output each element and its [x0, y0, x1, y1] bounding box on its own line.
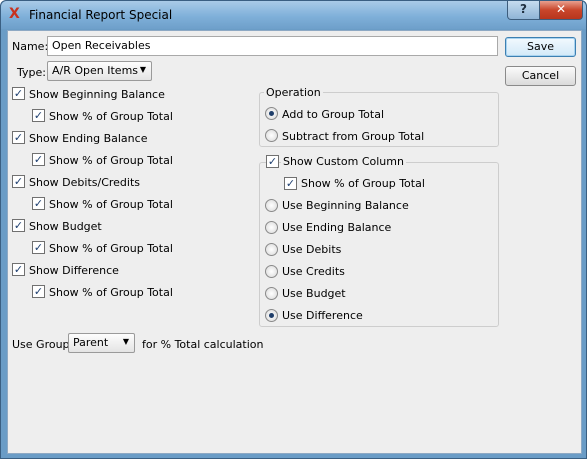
- show-custom-column-checkbox[interactable]: ✓: [266, 155, 279, 168]
- use-beginning-balance-label: Use Beginning Balance: [282, 199, 409, 212]
- show-budget-checkbox[interactable]: ✓: [12, 219, 25, 232]
- use-budget-radio[interactable]: [265, 287, 278, 300]
- checkmark-icon: ✓: [13, 263, 24, 276]
- cancel-button[interactable]: Cancel: [505, 66, 576, 86]
- show-difference-pct-checkbox[interactable]: ✓: [32, 285, 45, 298]
- use-debits-radio[interactable]: [265, 243, 278, 256]
- checkmark-icon: ✓: [13, 87, 24, 100]
- use-debits-label: Use Debits: [282, 243, 342, 256]
- close-button[interactable]: ✕: [539, 1, 583, 20]
- chevron-down-icon: ▼: [122, 337, 129, 346]
- show-ending-balance-checkbox[interactable]: ✓: [12, 131, 25, 144]
- subtract-from-group-total-radio[interactable]: [265, 129, 278, 142]
- custom-column-pct-label: Show % of Group Total: [301, 177, 425, 190]
- save-button[interactable]: Save: [505, 37, 576, 57]
- show-beginning-balance-label: Show Beginning Balance: [29, 88, 165, 101]
- show-difference-label: Show Difference: [29, 264, 119, 277]
- add-to-group-total-label: Add to Group Total: [282, 108, 385, 121]
- checkmark-icon: ✓: [13, 131, 24, 144]
- subtract-from-group-total-label: Subtract from Group Total: [282, 130, 425, 143]
- chevron-down-icon: ▼: [139, 65, 146, 74]
- show-beginning-balance-pct-checkbox[interactable]: ✓: [32, 109, 45, 122]
- name-input[interactable]: Open Receivables: [47, 36, 498, 56]
- close-icon: ✕: [555, 2, 567, 16]
- show-beginning-balance-pct-label: Show % of Group Total: [49, 110, 173, 123]
- show-ending-balance-pct-label: Show % of Group Total: [49, 154, 173, 167]
- use-group-select[interactable]: Parent ▼: [68, 333, 135, 353]
- show-beginning-balance-checkbox[interactable]: ✓: [12, 87, 25, 100]
- show-debits-credits-checkbox[interactable]: ✓: [12, 175, 25, 188]
- show-budget-label: Show Budget: [29, 220, 102, 233]
- type-select[interactable]: A/R Open Items ▼: [47, 61, 152, 81]
- checkmark-icon: ✓: [33, 241, 44, 254]
- use-ending-balance-radio[interactable]: [265, 221, 278, 234]
- help-icon: ?: [520, 2, 527, 16]
- use-difference-label: Use Difference: [282, 309, 363, 322]
- checkmark-icon: ✓: [285, 177, 296, 190]
- checkmark-icon: ✓: [267, 155, 278, 168]
- use-budget-label: Use Budget: [282, 287, 346, 300]
- show-custom-column-label: Show Custom Column: [281, 155, 406, 168]
- dialog-window: X Financial Report Special ? ✕ Name: Ope…: [0, 0, 587, 459]
- checkmark-icon: ✓: [13, 219, 24, 232]
- use-credits-radio[interactable]: [265, 265, 278, 278]
- checkmark-icon: ✓: [33, 153, 44, 166]
- use-group-suffix-label: for % Total calculation: [142, 338, 264, 351]
- dialog-body: Name: Open Receivables Type: A/R Open It…: [7, 30, 582, 454]
- add-to-group-total-radio[interactable]: [265, 107, 278, 120]
- show-budget-pct-checkbox[interactable]: ✓: [32, 241, 45, 254]
- show-debits-credits-label: Show Debits/Credits: [29, 176, 141, 189]
- checkmark-icon: ✓: [33, 285, 44, 298]
- show-difference-checkbox[interactable]: ✓: [12, 263, 25, 276]
- use-group-select-value: Parent: [73, 336, 109, 349]
- show-debits-credits-pct-label: Show % of Group Total: [49, 198, 173, 211]
- type-label: Type:: [17, 66, 46, 79]
- use-group-label: Use Group: [12, 338, 70, 351]
- app-logo-icon: X: [9, 6, 20, 22]
- show-ending-balance-label: Show Ending Balance: [29, 132, 148, 145]
- operation-group-title: Operation: [264, 86, 323, 99]
- show-debits-credits-pct-checkbox[interactable]: ✓: [32, 197, 45, 210]
- show-budget-pct-label: Show % of Group Total: [49, 242, 173, 255]
- use-credits-label: Use Credits: [282, 265, 345, 278]
- type-select-value: A/R Open Items: [52, 64, 139, 77]
- name-label: Name:: [12, 40, 49, 53]
- custom-column-pct-checkbox[interactable]: ✓: [284, 177, 297, 190]
- checkmark-icon: ✓: [13, 175, 24, 188]
- use-difference-radio[interactable]: [265, 309, 278, 322]
- checkmark-icon: ✓: [33, 197, 44, 210]
- title-bar[interactable]: X Financial Report Special ? ✕: [1, 1, 586, 29]
- checkmark-icon: ✓: [33, 109, 44, 122]
- window-title: Financial Report Special: [29, 8, 173, 22]
- help-button[interactable]: ?: [507, 1, 540, 20]
- use-beginning-balance-radio[interactable]: [265, 199, 278, 212]
- show-difference-pct-label: Show % of Group Total: [49, 286, 173, 299]
- show-ending-balance-pct-checkbox[interactable]: ✓: [32, 153, 45, 166]
- use-ending-balance-label: Use Ending Balance: [282, 221, 392, 234]
